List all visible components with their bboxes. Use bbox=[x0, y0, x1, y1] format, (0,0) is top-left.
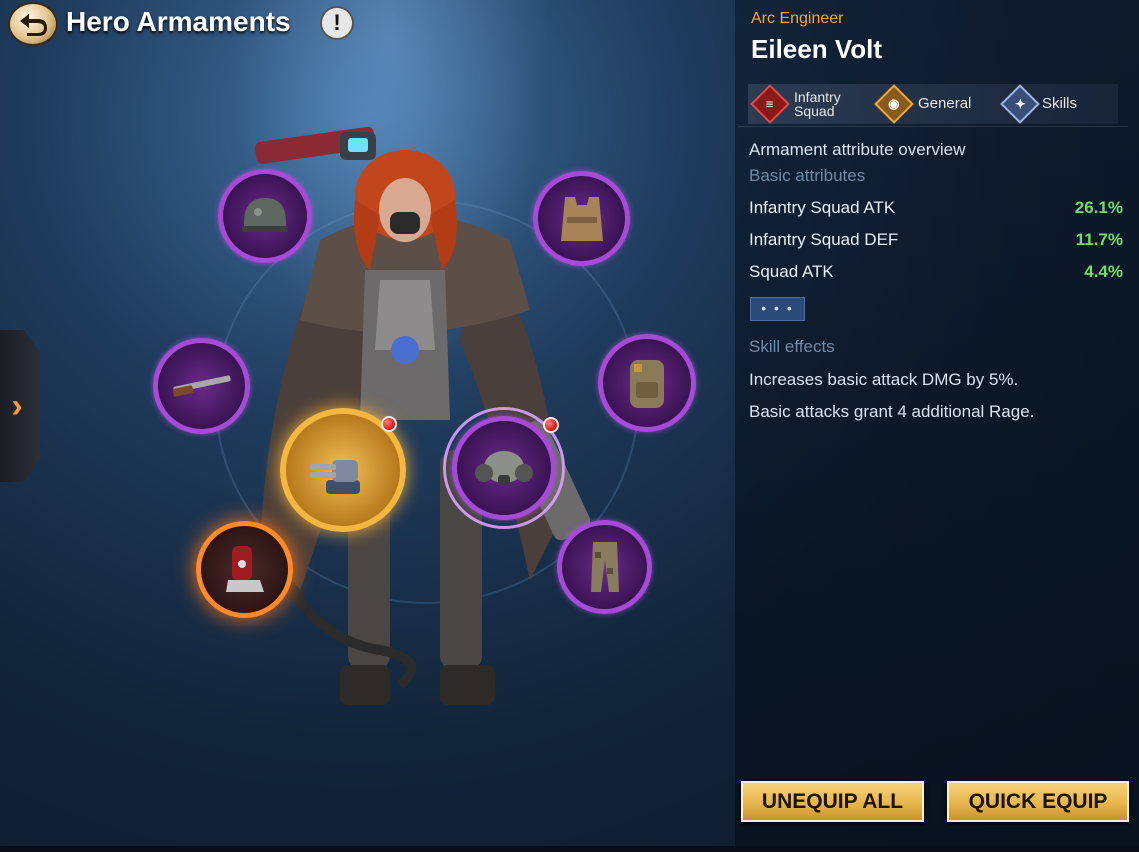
helmet-icon bbox=[242, 198, 288, 232]
attribute-value: 4.4% bbox=[1084, 262, 1123, 281]
equipment-slot-mask[interactable] bbox=[443, 407, 565, 529]
attribute-row: Squad ATK 4.4% bbox=[749, 262, 1123, 282]
shotgun-icon bbox=[172, 375, 231, 397]
attribute-row: Infantry Squad DEF 11.7% bbox=[749, 230, 1123, 250]
attribute-label: Infantry Squad ATK bbox=[749, 198, 896, 217]
turret-cannon-icon bbox=[310, 460, 360, 494]
bottom-edge bbox=[0, 846, 1139, 852]
equipment-slot-turret[interactable] bbox=[280, 408, 406, 532]
backpack-icon bbox=[630, 360, 664, 408]
quick-equip-button[interactable]: QUICK EQUIP bbox=[947, 781, 1129, 822]
attribute-row: Infantry Squad ATK 26.1% bbox=[749, 198, 1123, 218]
armament-details-panel bbox=[735, 0, 1139, 852]
attribute-value: 26.1% bbox=[1074, 198, 1123, 217]
upgrade-alert-dot bbox=[381, 416, 397, 432]
back-button[interactable] bbox=[8, 2, 58, 46]
expand-side-panel-button[interactable]: › bbox=[0, 330, 40, 482]
more-attributes-button[interactable]: • • • bbox=[750, 297, 805, 321]
equipment-slot-boots[interactable] bbox=[196, 521, 293, 618]
hero-name: Eileen Volt bbox=[751, 34, 882, 64]
skill-effect-line: Increases basic attack DMG by 5%. bbox=[749, 370, 1019, 389]
equipment-slot-vest[interactable] bbox=[533, 171, 630, 266]
armament-overview-heading: Armament attribute overview bbox=[749, 140, 966, 159]
skills-icon: ✦ bbox=[1000, 84, 1040, 124]
equipment-slot-pants[interactable] bbox=[557, 520, 652, 614]
panel-divider bbox=[738, 126, 1128, 127]
equipment-slot-weapon[interactable] bbox=[153, 338, 250, 434]
camo-pants-icon bbox=[590, 542, 619, 592]
info-button[interactable]: ! bbox=[320, 6, 354, 40]
basic-attributes-heading: Basic attributes bbox=[749, 166, 866, 185]
hero-class: Arc Engineer bbox=[751, 10, 844, 27]
chevron-right-icon: › bbox=[11, 386, 23, 425]
spiked-boots-icon bbox=[225, 545, 264, 592]
back-arrow-icon bbox=[20, 14, 47, 36]
tab-general[interactable]: ◉ General bbox=[874, 84, 971, 124]
attribute-label: Infantry Squad DEF bbox=[749, 230, 899, 249]
gas-mask-icon bbox=[475, 451, 533, 485]
general-icon: ◉ bbox=[874, 84, 914, 124]
skill-effects-heading: Skill effects bbox=[749, 337, 835, 356]
infantry-squad-icon: ≡ bbox=[750, 84, 790, 124]
attribute-label: Squad ATK bbox=[749, 262, 834, 281]
equipment-slot-helmet[interactable] bbox=[218, 169, 312, 263]
upgrade-alert-dot bbox=[543, 417, 559, 433]
category-tabs: ≡ Infantry Squad ◉ General ✦ Skills bbox=[748, 84, 1118, 124]
equipment-slot-backpack[interactable] bbox=[598, 334, 696, 432]
unequip-all-button[interactable]: UNEQUIP ALL bbox=[741, 781, 924, 822]
tab-skills[interactable]: ✦ Skills bbox=[1000, 84, 1077, 124]
tab-infantry-squad[interactable]: ≡ Infantry Squad bbox=[750, 84, 854, 124]
page-title: Hero Armaments bbox=[66, 6, 291, 37]
body-armor-vest-icon bbox=[560, 196, 603, 241]
skill-effect-line: Basic attacks grant 4 additional Rage. bbox=[749, 402, 1035, 421]
attribute-value: 11.7% bbox=[1075, 230, 1123, 249]
